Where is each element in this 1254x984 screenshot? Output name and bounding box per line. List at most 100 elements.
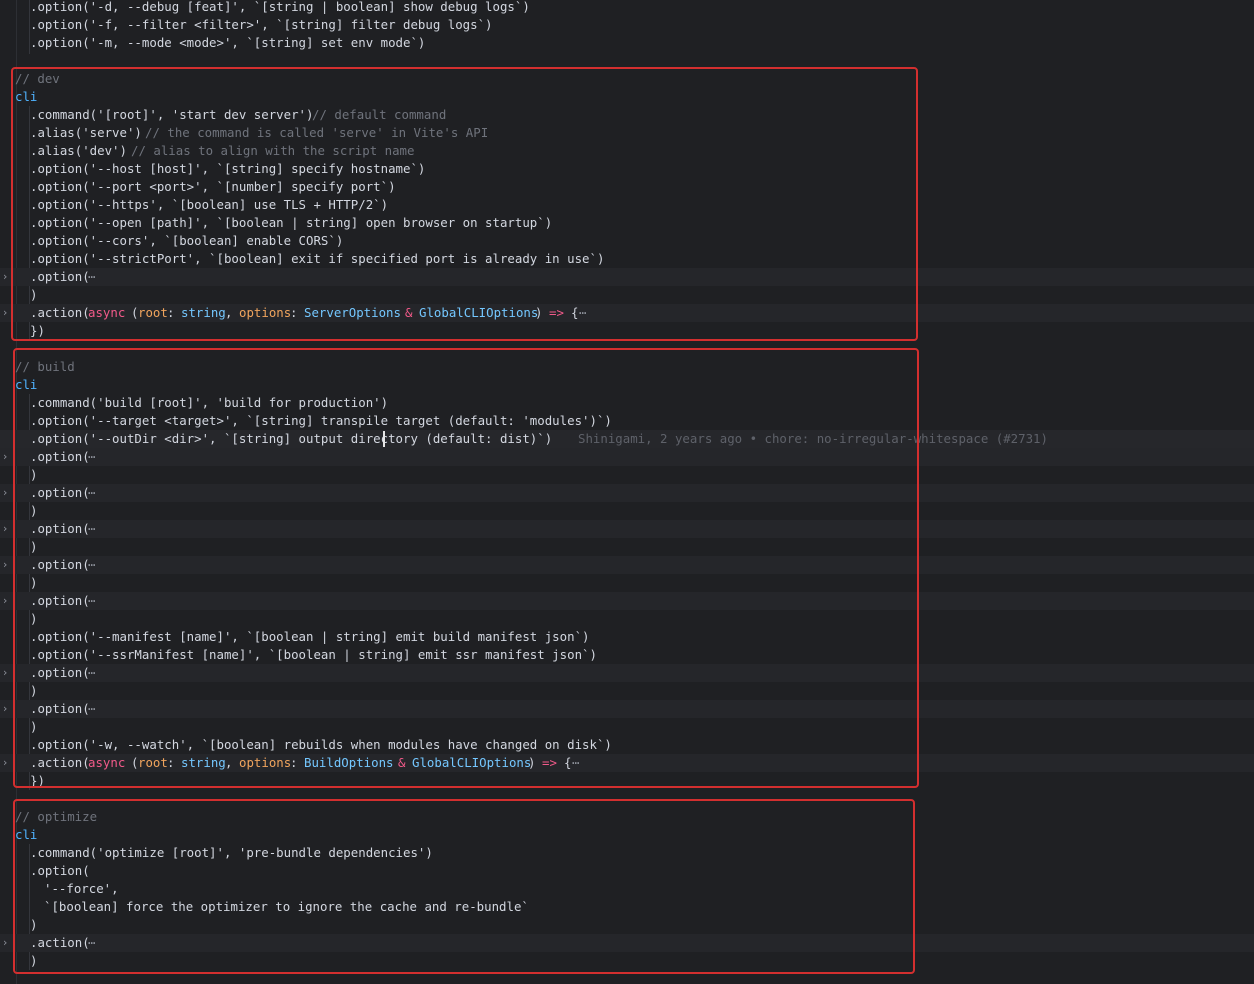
param-options: options: [239, 305, 292, 320]
inline-comment: // default command: [312, 107, 447, 122]
code-line[interactable]: cli: [0, 88, 1254, 106]
fold-chevron-icon[interactable]: ›: [0, 754, 10, 772]
code-line[interactable]: `[boolean] force the optimizer to ignore…: [0, 898, 1254, 916]
code-text: .action(: [30, 305, 90, 320]
folded-code-line[interactable]: › .option( ⋯: [0, 448, 1254, 466]
code-line[interactable]: ): [0, 610, 1254, 628]
folded-ellipsis-icon[interactable]: ⋯: [88, 520, 95, 538]
fold-chevron-icon[interactable]: ›: [0, 934, 10, 952]
code-line[interactable]: ): [0, 952, 1254, 970]
fold-chevron-icon[interactable]: ›: [0, 592, 10, 610]
folded-ellipsis-icon[interactable]: ⋯: [579, 304, 586, 322]
code-line[interactable]: ): [0, 682, 1254, 700]
code-text: .action(: [30, 755, 90, 770]
code-line[interactable]: ): [0, 574, 1254, 592]
folded-code-line[interactable]: › .action( async ( root : string , optio…: [0, 304, 1254, 322]
code-line[interactable]: cli: [0, 826, 1254, 844]
fold-chevron-icon[interactable]: ›: [0, 448, 10, 466]
folded-ellipsis-icon[interactable]: ⋯: [88, 484, 95, 502]
code-text: ): [30, 719, 38, 734]
arrow-operator: =>: [549, 305, 564, 320]
code-line[interactable]: .option('-d, --debug [feat]', `[string |…: [0, 0, 1254, 16]
code-line[interactable]: .command('build [root]', 'build for prod…: [0, 394, 1254, 412]
code-line[interactable]: .option('-f, --filter <filter>', `[strin…: [0, 16, 1254, 34]
folded-ellipsis-icon[interactable]: ⋯: [88, 934, 95, 952]
folded-ellipsis-icon[interactable]: ⋯: [88, 664, 95, 682]
code-text: .option('--strictPort', `[boolean] exit …: [30, 251, 605, 266]
code-line[interactable]: .command('optimize [root]', 'pre-bundle …: [0, 844, 1254, 862]
fold-chevron-icon[interactable]: ›: [0, 520, 10, 538]
code-line[interactable]: }): [0, 772, 1254, 790]
code-text: .option('-w, --watch', `[boolean] rebuil…: [30, 737, 612, 752]
code-line[interactable]: cli: [0, 376, 1254, 394]
code-text: ): [30, 539, 38, 554]
current-code-line[interactable]: .option('--outDir <dir>', `[string] outp…: [0, 430, 1254, 448]
code-text: ): [30, 683, 38, 698]
code-text: .option(: [30, 485, 90, 500]
code-line[interactable]: .option('--port <port>', `[number] speci…: [0, 178, 1254, 196]
folded-code-line[interactable]: › .option( ⋯: [0, 268, 1254, 286]
code-line[interactable]: .alias('serve') // the command is called…: [0, 124, 1254, 142]
code-line[interactable]: }): [0, 322, 1254, 340]
code-line[interactable]: .option('--host [host]', `[string] speci…: [0, 160, 1254, 178]
code-line[interactable]: // build: [0, 358, 1254, 376]
folded-code-line[interactable]: › .action( async ( root : string , optio…: [0, 754, 1254, 772]
folded-code-line[interactable]: › .option( ⋯: [0, 592, 1254, 610]
code-text: .option(: [30, 863, 90, 878]
code-line[interactable]: // dev: [0, 70, 1254, 88]
code-line[interactable]: .option('--cors', `[boolean] enable CORS…: [0, 232, 1254, 250]
folded-code-line[interactable]: › .option( ⋯: [0, 484, 1254, 502]
code-line[interactable]: .option('--strictPort', `[boolean] exit …: [0, 250, 1254, 268]
code-line[interactable]: ): [0, 538, 1254, 556]
code-line[interactable]: ): [0, 286, 1254, 304]
folded-code-line[interactable]: › .option( ⋯: [0, 520, 1254, 538]
code-text: }): [30, 323, 45, 338]
folded-code-line[interactable]: › .option( ⋯: [0, 664, 1254, 682]
fold-chevron-icon[interactable]: ›: [0, 268, 10, 286]
folded-ellipsis-icon[interactable]: ⋯: [88, 448, 95, 466]
code-line[interactable]: .option('--https', `[boolean] use TLS + …: [0, 196, 1254, 214]
folded-code-line[interactable]: › .option( ⋯: [0, 556, 1254, 574]
folded-ellipsis-icon[interactable]: ⋯: [88, 556, 95, 574]
code-line[interactable]: ): [0, 502, 1254, 520]
code-line[interactable]: .option('--open [path]', `[boolean | str…: [0, 214, 1254, 232]
comment-text: // optimize: [15, 809, 98, 824]
code-line[interactable]: ): [0, 466, 1254, 484]
code-line[interactable]: ): [0, 718, 1254, 736]
code-line[interactable]: // optimize: [0, 808, 1254, 826]
fold-chevron-icon[interactable]: ›: [0, 556, 10, 574]
code-text: `[boolean] force the optimizer to ignore…: [44, 899, 529, 914]
fold-chevron-icon[interactable]: ›: [0, 664, 10, 682]
cli-identifier: cli: [15, 827, 38, 842]
code-line[interactable]: '--force',: [0, 880, 1254, 898]
code-line[interactable]: .option('-w, --watch', `[boolean] rebuil…: [0, 736, 1254, 754]
code-line[interactable]: .option(: [0, 862, 1254, 880]
fold-chevron-icon[interactable]: ›: [0, 304, 10, 322]
folded-code-line[interactable]: › .option( ⋯: [0, 700, 1254, 718]
code-text: .option(: [30, 521, 90, 536]
folded-ellipsis-icon[interactable]: ⋯: [88, 592, 95, 610]
code-text: .option('--manifest [name]', `[boolean |…: [30, 629, 590, 644]
amp-operator: &: [405, 305, 413, 320]
code-line[interactable]: .alias('dev') // alias to align with the…: [0, 142, 1254, 160]
code-line[interactable]: .option('-m, --mode <mode>', `[string] s…: [0, 34, 1254, 52]
folded-code-line[interactable]: › .action( ⋯: [0, 934, 1254, 952]
code-text: ): [30, 575, 38, 590]
code-line[interactable]: .command('[root]', 'start dev server') /…: [0, 106, 1254, 124]
code-line[interactable]: .option('--ssrManifest [name]', `[boolea…: [0, 646, 1254, 664]
code-text: .option('--host [host]', `[string] speci…: [30, 161, 426, 176]
code-line[interactable]: ): [0, 916, 1254, 934]
async-keyword: async: [88, 305, 126, 320]
code-line[interactable]: .option('--target <target>', `[string] t…: [0, 412, 1254, 430]
folded-ellipsis-icon[interactable]: ⋯: [88, 700, 95, 718]
folded-ellipsis-icon[interactable]: ⋯: [88, 268, 95, 286]
code-text: .command('[root]', 'start dev server'): [30, 107, 314, 122]
param-root: root: [138, 755, 168, 770]
folded-ellipsis-icon[interactable]: ⋯: [572, 754, 579, 772]
code-line[interactable]: .option('--manifest [name]', `[boolean |…: [0, 628, 1254, 646]
code-text: .option(: [30, 593, 90, 608]
fold-chevron-icon[interactable]: ›: [0, 484, 10, 502]
code-text: .option('--ssrManifest [name]', `[boolea…: [30, 647, 597, 662]
fold-chevron-icon[interactable]: ›: [0, 700, 10, 718]
code-editor[interactable]: .option('-d, --debug [feat]', `[string |…: [0, 0, 1254, 984]
